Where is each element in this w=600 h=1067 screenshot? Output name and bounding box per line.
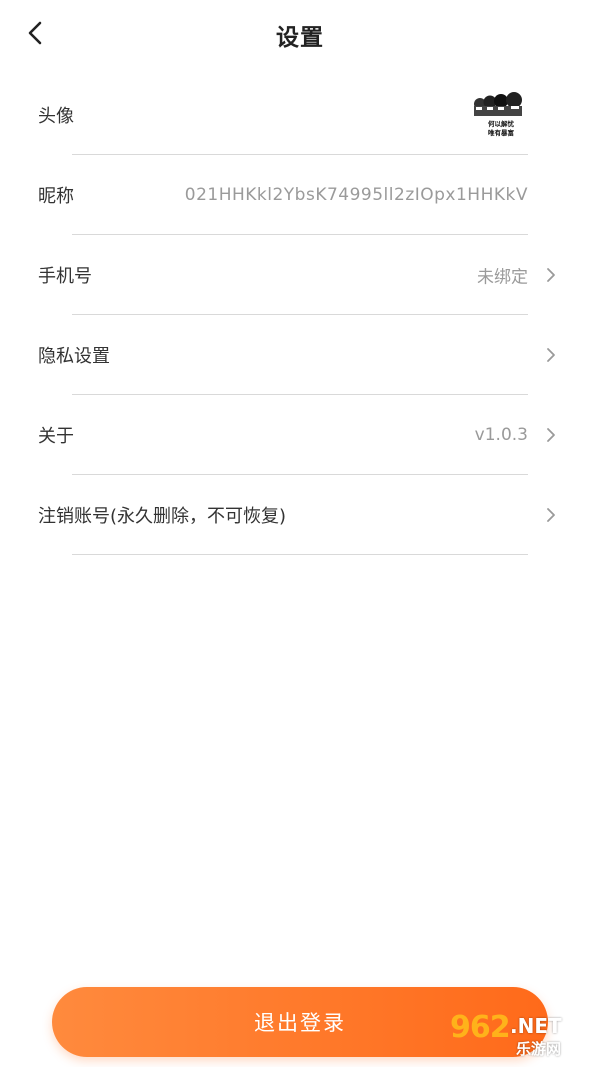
watermark-number: 962: [450, 1010, 511, 1045]
avatar-caption-line1: 何以解忧: [488, 119, 515, 128]
row-label: 昵称: [38, 186, 74, 207]
chevron-right-icon: [544, 426, 558, 444]
row-label: 手机号: [38, 266, 92, 287]
row-label: 隐私设置: [38, 346, 110, 367]
watermark-sub: 乐游网: [516, 1040, 562, 1058]
settings-row-delete-account[interactable]: 注销账号(永久删除，不可恢复): [0, 475, 600, 555]
version-value: v1.0.3: [474, 425, 528, 445]
row-label: 注销账号(永久删除，不可恢复): [38, 506, 287, 527]
avatar-caption-line2: 唯有暴富: [488, 128, 515, 137]
chevron-right-icon: [544, 266, 558, 284]
settings-row-nickname[interactable]: 昵称 021HHKkl2YbsK74995ll2zIOpx1HHKkV: [0, 155, 600, 235]
settings-row-privacy[interactable]: 隐私设置: [0, 315, 600, 395]
divider: [72, 554, 528, 555]
row-label: 关于: [38, 426, 74, 447]
settings-row-avatar[interactable]: 头像 何以解忧 唯有暴富: [0, 75, 600, 155]
top-bar: 设置: [0, 0, 600, 68]
avatar[interactable]: 何以解忧 唯有暴富: [470, 90, 528, 140]
nickname-value: 021HHKkl2YbsK74995ll2zIOpx1HHKkV: [184, 185, 528, 205]
page-title: 设置: [276, 25, 324, 51]
avatar-image: 何以解忧 唯有暴富: [470, 90, 528, 140]
phone-status-value: 未绑定: [477, 267, 528, 288]
watermark-logo: 962 .NET 乐游网: [450, 1010, 590, 1060]
logout-label: 退出登录: [254, 1011, 346, 1035]
settings-row-phone[interactable]: 手机号 未绑定: [0, 235, 600, 315]
row-label: 头像: [38, 106, 74, 127]
watermark-suffix: .NET: [510, 1014, 562, 1038]
chevron-right-icon: [544, 346, 558, 364]
chevron-right-icon: [544, 506, 558, 524]
settings-row-about[interactable]: 关于 v1.0.3: [0, 395, 600, 475]
